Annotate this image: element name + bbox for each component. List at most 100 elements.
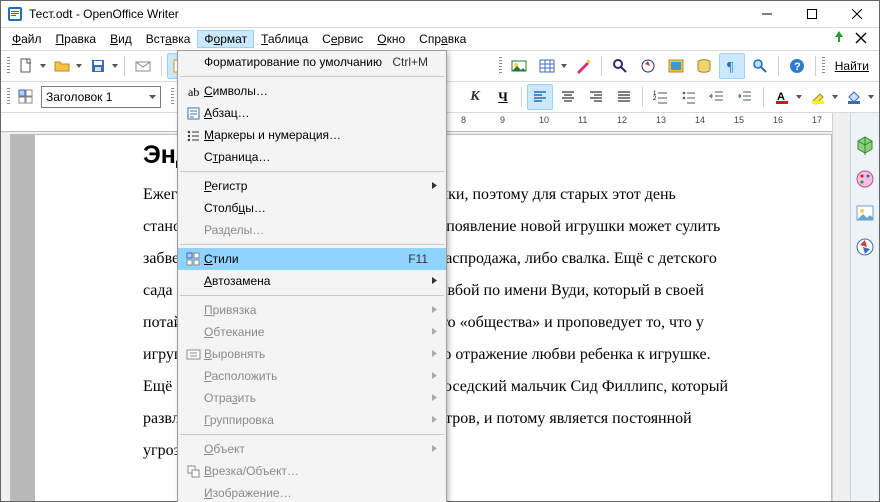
toolbar-handle[interactable] — [5, 57, 11, 75]
menu-item-label: Изображение… — [204, 486, 428, 500]
save-button[interactable] — [85, 53, 111, 79]
indent-button[interactable] — [732, 84, 758, 110]
menu-item[interactable]: Абзац… — [178, 102, 446, 124]
table-dropdown[interactable] — [560, 64, 568, 68]
numbered-list-button[interactable]: 12 — [648, 84, 674, 110]
svg-text:ab: ab — [188, 85, 199, 99]
ruler-tick: 12 — [617, 115, 627, 125]
menu-item-label: Столбцы… — [204, 201, 428, 215]
menu-help[interactable]: Справка — [412, 30, 473, 48]
navigator-button[interactable] — [635, 53, 661, 79]
menu-item-label: Стили — [204, 252, 408, 266]
open-dropdown[interactable] — [75, 64, 83, 68]
toolbar-handle-3[interactable] — [821, 57, 827, 75]
menu-insert[interactable]: Вставка — [139, 30, 198, 48]
outdent-button[interactable] — [704, 84, 730, 110]
new-button[interactable] — [13, 53, 39, 79]
maximize-button[interactable] — [789, 1, 834, 27]
bgcolor-button[interactable] — [841, 84, 867, 110]
vertical-scrollbar[interactable] — [832, 113, 850, 501]
menubar: Файл Правка Вид Вставка Формат Таблица С… — [1, 28, 879, 51]
menu-item[interactable]: СтилиF11 — [178, 248, 446, 270]
menu-view[interactable]: Вид — [103, 30, 139, 48]
menu-item-label: Страница… — [204, 150, 428, 164]
draw-button[interactable] — [570, 53, 596, 79]
bgcolor-dropdown[interactable] — [867, 95, 875, 99]
italic-button[interactable]: К — [462, 84, 488, 110]
toolbar-handle-5[interactable] — [169, 88, 175, 106]
menu-item-label: Абзац… — [204, 106, 428, 120]
menu-item-label: Обтекание — [204, 325, 428, 339]
underline-button[interactable]: Ч — [490, 84, 516, 110]
menu-format[interactable]: Формат — [197, 30, 254, 48]
help-button[interactable]: ? — [784, 53, 810, 79]
menu-item[interactable]: ab Символы… — [178, 80, 446, 102]
menu-item-label: Объект — [204, 442, 428, 456]
menu-window[interactable]: Окно — [370, 30, 412, 48]
menu-file[interactable]: Файл — [5, 30, 49, 48]
align-icon — [182, 347, 204, 362]
update-icon[interactable] — [831, 30, 847, 49]
new-dropdown[interactable] — [39, 64, 47, 68]
menu-item-label: Автозамена — [204, 274, 428, 288]
sidebar-compass-icon[interactable] — [855, 237, 875, 257]
menu-tools[interactable]: Сервис — [315, 30, 370, 48]
menu-edit[interactable]: Правка — [49, 30, 104, 48]
submenu-arrow-icon — [428, 349, 438, 360]
menu-item-label: Врезка/Объект… — [204, 464, 428, 478]
menu-item: Обтекание — [178, 321, 446, 343]
submenu-arrow-icon — [428, 444, 438, 455]
toolbar-handle-4[interactable] — [5, 88, 11, 106]
menu-item: Разделы… — [178, 219, 446, 241]
font-color-button[interactable]: A — [769, 84, 795, 110]
menu-item-label: Группировка — [204, 413, 428, 427]
highlight-button[interactable] — [805, 84, 831, 110]
margin-band — [11, 135, 35, 501]
sidebar-palette-icon[interactable] — [855, 169, 875, 189]
menu-item[interactable]: Страница… — [178, 146, 446, 168]
align-center-button[interactable] — [555, 84, 581, 110]
menu-item[interactable]: Регистр — [178, 175, 446, 197]
menu-item[interactable]: Автозамена — [178, 270, 446, 292]
submenu-arrow-icon — [428, 276, 438, 287]
ruler-tick: 9 — [500, 115, 505, 125]
ruler-tick: 11 — [578, 115, 587, 125]
align-justify-button[interactable] — [611, 84, 637, 110]
minimize-button[interactable] — [744, 1, 789, 27]
close-button[interactable] — [834, 1, 879, 27]
gallery2-button[interactable] — [663, 53, 689, 79]
find-link[interactable]: Найти — [829, 59, 875, 73]
menu-item[interactable]: Маркеры и нумерация… — [178, 124, 446, 146]
sidebar-image-icon[interactable] — [855, 203, 875, 223]
close-doc-icon[interactable] — [853, 30, 869, 49]
menu-item-accelerator: Ctrl+M — [392, 55, 428, 69]
menu-item-label: Привязка — [204, 303, 428, 317]
menu-item[interactable]: Форматирование по умолчаниюCtrl+M — [178, 51, 446, 73]
menu-item-label: Отразить — [204, 391, 428, 405]
ruler-tick: 17 — [812, 115, 822, 125]
toolbar-handle-2[interactable] — [498, 57, 504, 75]
find-button[interactable] — [607, 53, 633, 79]
styles-button[interactable] — [13, 84, 39, 110]
menu-item-label: Регистр — [204, 179, 428, 193]
align-left-button[interactable] — [527, 84, 553, 110]
bullet-list-button[interactable] — [676, 84, 702, 110]
sidebar-cube-icon[interactable] — [855, 135, 875, 155]
open-button[interactable] — [49, 53, 75, 79]
menu-item[interactable]: Столбцы… — [178, 197, 446, 219]
menu-item-label: Символы… — [204, 84, 428, 98]
save-dropdown[interactable] — [111, 64, 119, 68]
svg-text:?: ? — [794, 61, 801, 73]
highlight-dropdown[interactable] — [831, 95, 839, 99]
gallery-button[interactable] — [506, 53, 532, 79]
datasources-button[interactable] — [691, 53, 717, 79]
mail-button[interactable] — [130, 53, 156, 79]
table-button[interactable] — [534, 53, 560, 79]
zoom-button[interactable] — [747, 53, 773, 79]
ruler-tick: 15 — [734, 115, 744, 125]
menu-table[interactable]: Таблица — [254, 30, 315, 48]
paragraph-style-combo[interactable]: Заголовок 1 — [41, 86, 161, 108]
font-color-dropdown[interactable] — [795, 95, 803, 99]
align-right-button[interactable] — [583, 84, 609, 110]
formatting-marks-button[interactable]: ¶ — [719, 53, 745, 79]
